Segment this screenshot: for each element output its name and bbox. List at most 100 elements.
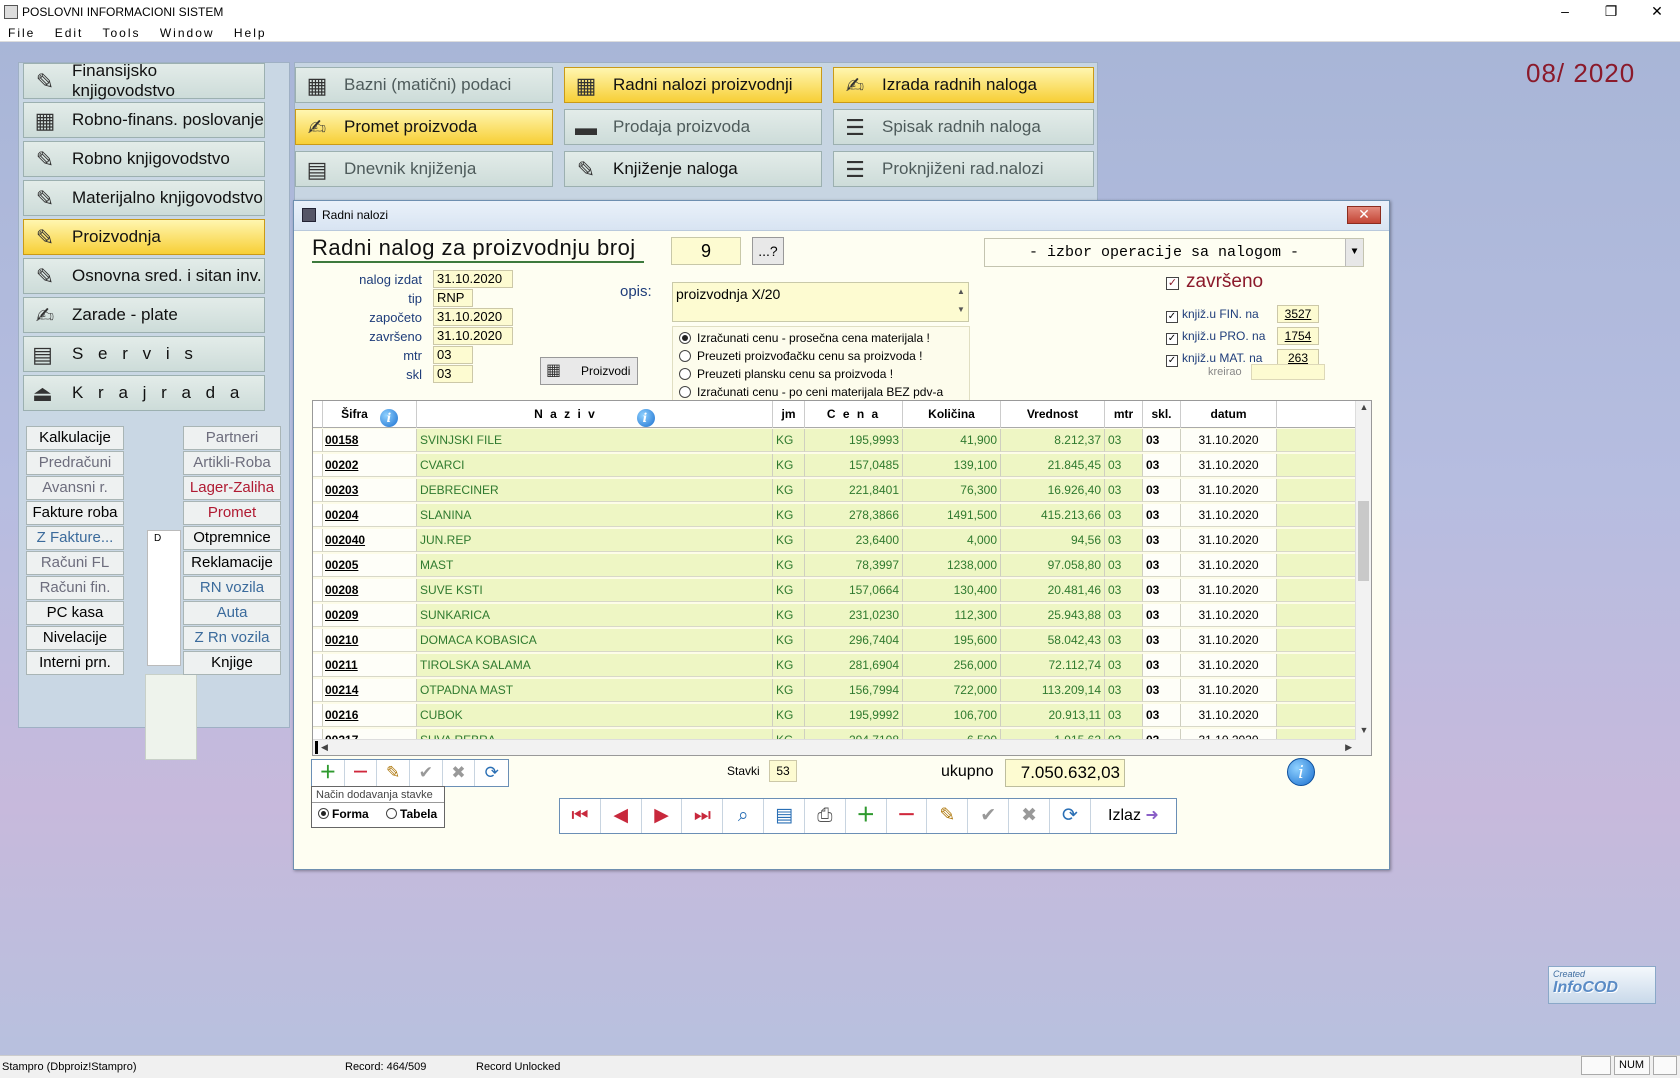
shortcut-fakture-roba[interactable]: Fakture roba	[26, 501, 124, 525]
cell-sifra[interactable]: 00216	[323, 704, 417, 727]
info-icon[interactable]: i	[379, 409, 398, 427]
cell-jm[interactable]: KG	[773, 554, 805, 577]
cell-datum[interactable]: 31.10.2020	[1181, 504, 1277, 527]
table-row[interactable]: 00214 OTPADNA MAST KG 156,7994 722,000 113.20…	[313, 679, 1356, 702]
menu-zarade[interactable]: ✍ Zarade - plate	[23, 297, 265, 333]
table-row[interactable]: 002040 JUN.REP KG 23,6400 4,000 94,56 03 03 31.1…	[313, 529, 1356, 552]
cell-naziv[interactable]: MAST	[417, 554, 773, 577]
restore-button[interactable]: ❐	[1588, 0, 1634, 24]
print-icon[interactable]: ⎙	[805, 799, 846, 833]
row-selector[interactable]	[313, 579, 323, 602]
price-option-bez-pdv[interactable]: Izračunati cenu - po ceni materijala BEZ…	[673, 383, 969, 401]
cell-kolicina[interactable]: 76,300	[903, 479, 1001, 502]
submenu-proknjizeni-nalozi[interactable]: ☰ Proknjiženi rad.nalozi	[833, 151, 1094, 187]
cell-skl[interactable]: 03	[1143, 604, 1181, 627]
shortcut-avansni[interactable]: Avansni r.	[26, 476, 124, 500]
cell-cena[interactable]: 281,6904	[805, 654, 903, 677]
info-icon[interactable]: i	[636, 409, 655, 427]
grid-header-kolicina[interactable]: Količina	[903, 401, 1001, 428]
textarea-scroll[interactable]: ▲ ▼	[954, 283, 968, 321]
confirm-row-icon[interactable]: ✔	[410, 760, 443, 786]
cell-skl[interactable]: 03	[1143, 629, 1181, 652]
cell-datum[interactable]: 31.10.2020	[1181, 579, 1277, 602]
menu-edit[interactable]: Edit	[55, 26, 84, 40]
remove-row-icon[interactable]: －	[345, 760, 378, 786]
search-icon[interactable]: ⌕	[723, 799, 765, 833]
cell-vrednost[interactable]: 415.213,66	[1001, 504, 1105, 527]
dialog-close-button[interactable]: ✕	[1347, 206, 1381, 224]
cell-datum[interactable]: 31.10.2020	[1181, 429, 1277, 452]
menu-finansijsko[interactable]: ✎ Finansijsko knjigovodstvo	[23, 61, 265, 100]
row-selector[interactable]	[313, 704, 323, 727]
row-selector[interactable]	[313, 629, 323, 652]
cell-jm[interactable]: KG	[773, 529, 805, 552]
menu-file[interactable]: File	[8, 26, 35, 40]
checkbox-checked-icon[interactable]: ✓	[1166, 333, 1178, 345]
cell-kolicina[interactable]: 195,600	[903, 629, 1001, 652]
row-selector[interactable]	[313, 504, 323, 527]
shortcut-z-fakture[interactable]: Z Fakture...	[26, 526, 124, 550]
grid-header-datum[interactable]: datum	[1181, 401, 1277, 428]
knjiz-pro-value[interactable]: 1754	[1277, 327, 1319, 345]
cell-cena[interactable]: 157,0664	[805, 579, 903, 602]
cancel-row-icon[interactable]: ✖	[443, 760, 476, 786]
cell-cena[interactable]: 23,6400	[805, 529, 903, 552]
refresh-rows-icon[interactable]: ⟳	[475, 760, 508, 786]
cell-datum[interactable]: 31.10.2020	[1181, 529, 1277, 552]
cell-skl[interactable]: 03	[1143, 679, 1181, 702]
cell-cena[interactable]: 78,3997	[805, 554, 903, 577]
cancel-record-icon[interactable]: ✖	[1009, 799, 1050, 833]
checkbox-checked-icon[interactable]: ✓	[1166, 355, 1178, 367]
shortcut-pc-kasa[interactable]: PC kasa	[26, 601, 124, 625]
cell-vrednost[interactable]: 21.845,45	[1001, 454, 1105, 477]
cell-naziv[interactable]: SUVE KSTI	[417, 579, 773, 602]
shortcut-predracuni[interactable]: Predračuni	[26, 451, 124, 475]
field-zavrseno[interactable]: 31.10.2020	[433, 327, 513, 345]
menu-robno[interactable]: ✎ Robno knjigovodstvo	[23, 141, 265, 177]
menu-osnovna-sredstva[interactable]: ✎ Osnovna sred. i sitan inv.	[23, 258, 265, 294]
checkbox-checked-icon[interactable]: ✓	[1166, 277, 1179, 290]
cell-vrednost[interactable]: 16.926,40	[1001, 479, 1105, 502]
cell-cena[interactable]: 278,3866	[805, 504, 903, 527]
cell-skl[interactable]: 03	[1143, 579, 1181, 602]
cell-datum[interactable]: 31.10.2020	[1181, 604, 1277, 627]
lookup-button[interactable]: ...?	[752, 237, 784, 265]
cell-sifra[interactable]: 00210	[323, 629, 417, 652]
cell-datum[interactable]: 31.10.2020	[1181, 654, 1277, 677]
cell-cena[interactable]: 231,0230	[805, 604, 903, 627]
cell-vrednost[interactable]: 72.112,74	[1001, 654, 1105, 677]
shortcut-nivelacije[interactable]: Nivelacije	[26, 626, 124, 650]
knjiz-fin-value[interactable]: 3527	[1277, 305, 1319, 323]
cell-kolicina[interactable]: 112,300	[903, 604, 1001, 627]
submenu-izrada-naloga[interactable]: ✍ Izrada radnih naloga	[833, 67, 1094, 103]
cell-jm[interactable]: KG	[773, 504, 805, 527]
radio[interactable]	[386, 808, 398, 819]
cell-mtr[interactable]: 03	[1105, 654, 1143, 677]
cell-datum[interactable]: 31.10.2020	[1181, 704, 1277, 727]
cell-vrednost[interactable]: 20.913,11	[1001, 704, 1105, 727]
cell-jm[interactable]: KG	[773, 604, 805, 627]
next-record-icon[interactable]: ▶	[642, 799, 683, 833]
submenu-promet-proizvoda[interactable]: ✍ Promet proizvoda	[295, 109, 553, 145]
cell-mtr[interactable]: 03	[1105, 504, 1143, 527]
cell-cena[interactable]: 195,9993	[805, 429, 903, 452]
shortcut-promet[interactable]: Promet	[183, 501, 281, 525]
cell-sifra[interactable]: 002040	[323, 529, 417, 552]
cell-cena[interactable]: 195,9992	[805, 704, 903, 727]
table-row[interactable]: 00203 DEBRECINER KG 221,8401 76,300 16.926,40…	[313, 479, 1356, 502]
cell-vrednost[interactable]: 20.481,46	[1001, 579, 1105, 602]
radio[interactable]	[679, 350, 691, 362]
radio-selected[interactable]	[318, 808, 329, 819]
cell-naziv[interactable]: SLANINA	[417, 504, 773, 527]
radio-tabela[interactable]: Tabela	[386, 807, 437, 821]
grid-header-sifra[interactable]: Šifra i	[323, 401, 417, 428]
shortcut-z-rn-vozila[interactable]: Z Rn vozila	[183, 626, 281, 650]
cell-skl[interactable]: 03	[1143, 554, 1181, 577]
cell-vrednost[interactable]: 97.058,80	[1001, 554, 1105, 577]
shortcut-artikli-roba[interactable]: Artikli-Roba	[183, 451, 281, 475]
menu-tools[interactable]: Tools	[103, 26, 141, 40]
cell-naziv[interactable]: CUBOK	[417, 704, 773, 727]
cell-skl[interactable]: 03	[1143, 454, 1181, 477]
close-button[interactable]: ✕	[1634, 0, 1680, 24]
cell-mtr[interactable]: 03	[1105, 479, 1143, 502]
